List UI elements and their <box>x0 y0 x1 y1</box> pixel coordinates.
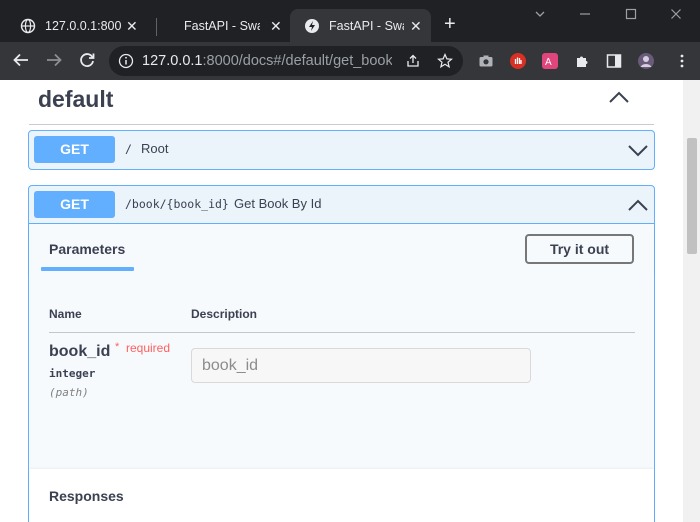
operation-header[interactable]: GET /book/{book_id} Get Book By Id <box>29 186 654 223</box>
method-badge: GET <box>34 191 115 218</box>
operation-body: Parameters Try it out Name Description b… <box>29 223 654 522</box>
browser-toolbar: 127.0.0.1:8000/docs#/default/get_book_by… <box>0 42 700 80</box>
parameters-header: Parameters Try it out <box>29 224 654 275</box>
svg-text:A: A <box>545 57 552 68</box>
page-scrollbar[interactable] <box>683 80 700 522</box>
hand-stop-icon[interactable] <box>510 53 526 69</box>
menu-dots-icon[interactable] <box>674 53 690 69</box>
required-star: * <box>115 341 120 353</box>
window-close-icon[interactable] <box>670 8 682 23</box>
tab-search-icon[interactable] <box>534 8 546 23</box>
tab-parameters[interactable]: Parameters <box>49 241 125 257</box>
operation-summary: Root <box>141 141 169 156</box>
browser-tab-active[interactable]: FastAPI - Swagger UI ✕ <box>290 9 431 42</box>
section-divider <box>29 124 654 125</box>
method-badge: GET <box>34 136 115 163</box>
chevron-up-icon[interactable] <box>627 197 649 213</box>
scrollbar-thumb[interactable] <box>687 138 697 254</box>
profile-avatar-icon[interactable] <box>638 53 654 69</box>
table-header-divider <box>49 332 635 333</box>
column-header-description: Description <box>191 307 258 321</box>
url-host: 127.0.0.1 <box>142 53 203 69</box>
new-tab-icon[interactable]: + <box>444 14 456 34</box>
tab-separator <box>156 18 157 36</box>
star-icon[interactable] <box>437 53 453 69</box>
close-tab-icon[interactable]: ✕ <box>270 18 282 35</box>
book-id-input[interactable] <box>191 348 531 383</box>
parameter-type: integer <box>49 367 96 380</box>
tab-title: FastAPI - Swagger UI <box>184 18 260 33</box>
tab-active-indicator <box>41 267 134 271</box>
chevron-up-icon[interactable] <box>608 89 630 105</box>
operation-get-book: GET /book/{book_id} Get Book By Id Param… <box>28 185 655 522</box>
info-icon[interactable] <box>118 53 134 69</box>
chevron-down-icon[interactable] <box>627 142 649 158</box>
url-path: :8000/docs#/default/get_book_by_id_book_… <box>202 53 392 69</box>
operation-root: GET / Root <box>28 130 655 170</box>
operation-path: / <box>125 142 132 156</box>
operation-path: /book/{book_id} <box>125 197 229 211</box>
close-tab-icon[interactable]: ✕ <box>126 18 138 35</box>
globe-icon <box>20 18 36 33</box>
camera-icon[interactable] <box>478 53 494 69</box>
reload-icon[interactable] <box>78 51 96 74</box>
browser-tab-bar: 127.0.0.1:8000 ✕ FastAPI - Swagger UI ✕ … <box>0 0 700 42</box>
tab-title: FastAPI - Swagger UI <box>329 18 404 33</box>
minimize-icon[interactable] <box>579 8 591 23</box>
responses-header: Responses <box>29 469 654 522</box>
maximize-icon[interactable] <box>625 8 637 23</box>
puzzle-icon[interactable] <box>574 53 590 69</box>
forward-icon[interactable] <box>45 51 63 74</box>
back-icon[interactable] <box>12 51 30 74</box>
operation-summary: Get Book By Id <box>234 196 322 211</box>
required-label: required <box>126 341 171 355</box>
fastapi-icon <box>305 18 319 33</box>
responses-title: Responses <box>49 488 124 504</box>
swagger-page: default GET / Root GET /book/{book_id} G… <box>0 80 700 522</box>
try-it-out-button[interactable]: Try it out <box>525 234 634 264</box>
address-bar[interactable]: 127.0.0.1:8000/docs#/default/get_book_by… <box>109 46 463 76</box>
browser-tab-1[interactable]: 127.0.0.1:8000 ✕ <box>8 9 140 42</box>
parameter-name: book_id <box>49 343 111 360</box>
tab-title: 127.0.0.1:8000 <box>45 18 121 33</box>
side-panel-icon[interactable] <box>606 53 622 69</box>
share-icon[interactable] <box>405 53 421 69</box>
parameter-location: (path) <box>49 386 89 399</box>
close-tab-icon[interactable]: ✕ <box>410 18 422 35</box>
parameters-table: Name Description book_id * required inte… <box>29 275 654 469</box>
section-title[interactable]: default <box>38 86 113 113</box>
translate-icon[interactable]: A <box>542 53 558 69</box>
browser-tab-2[interactable]: FastAPI - Swagger UI ✕ <box>160 9 288 42</box>
column-header-name: Name <box>49 307 82 321</box>
operation-header[interactable]: GET / Root <box>29 131 654 168</box>
url-text: 127.0.0.1:8000/docs#/default/get_book_by… <box>142 53 392 69</box>
